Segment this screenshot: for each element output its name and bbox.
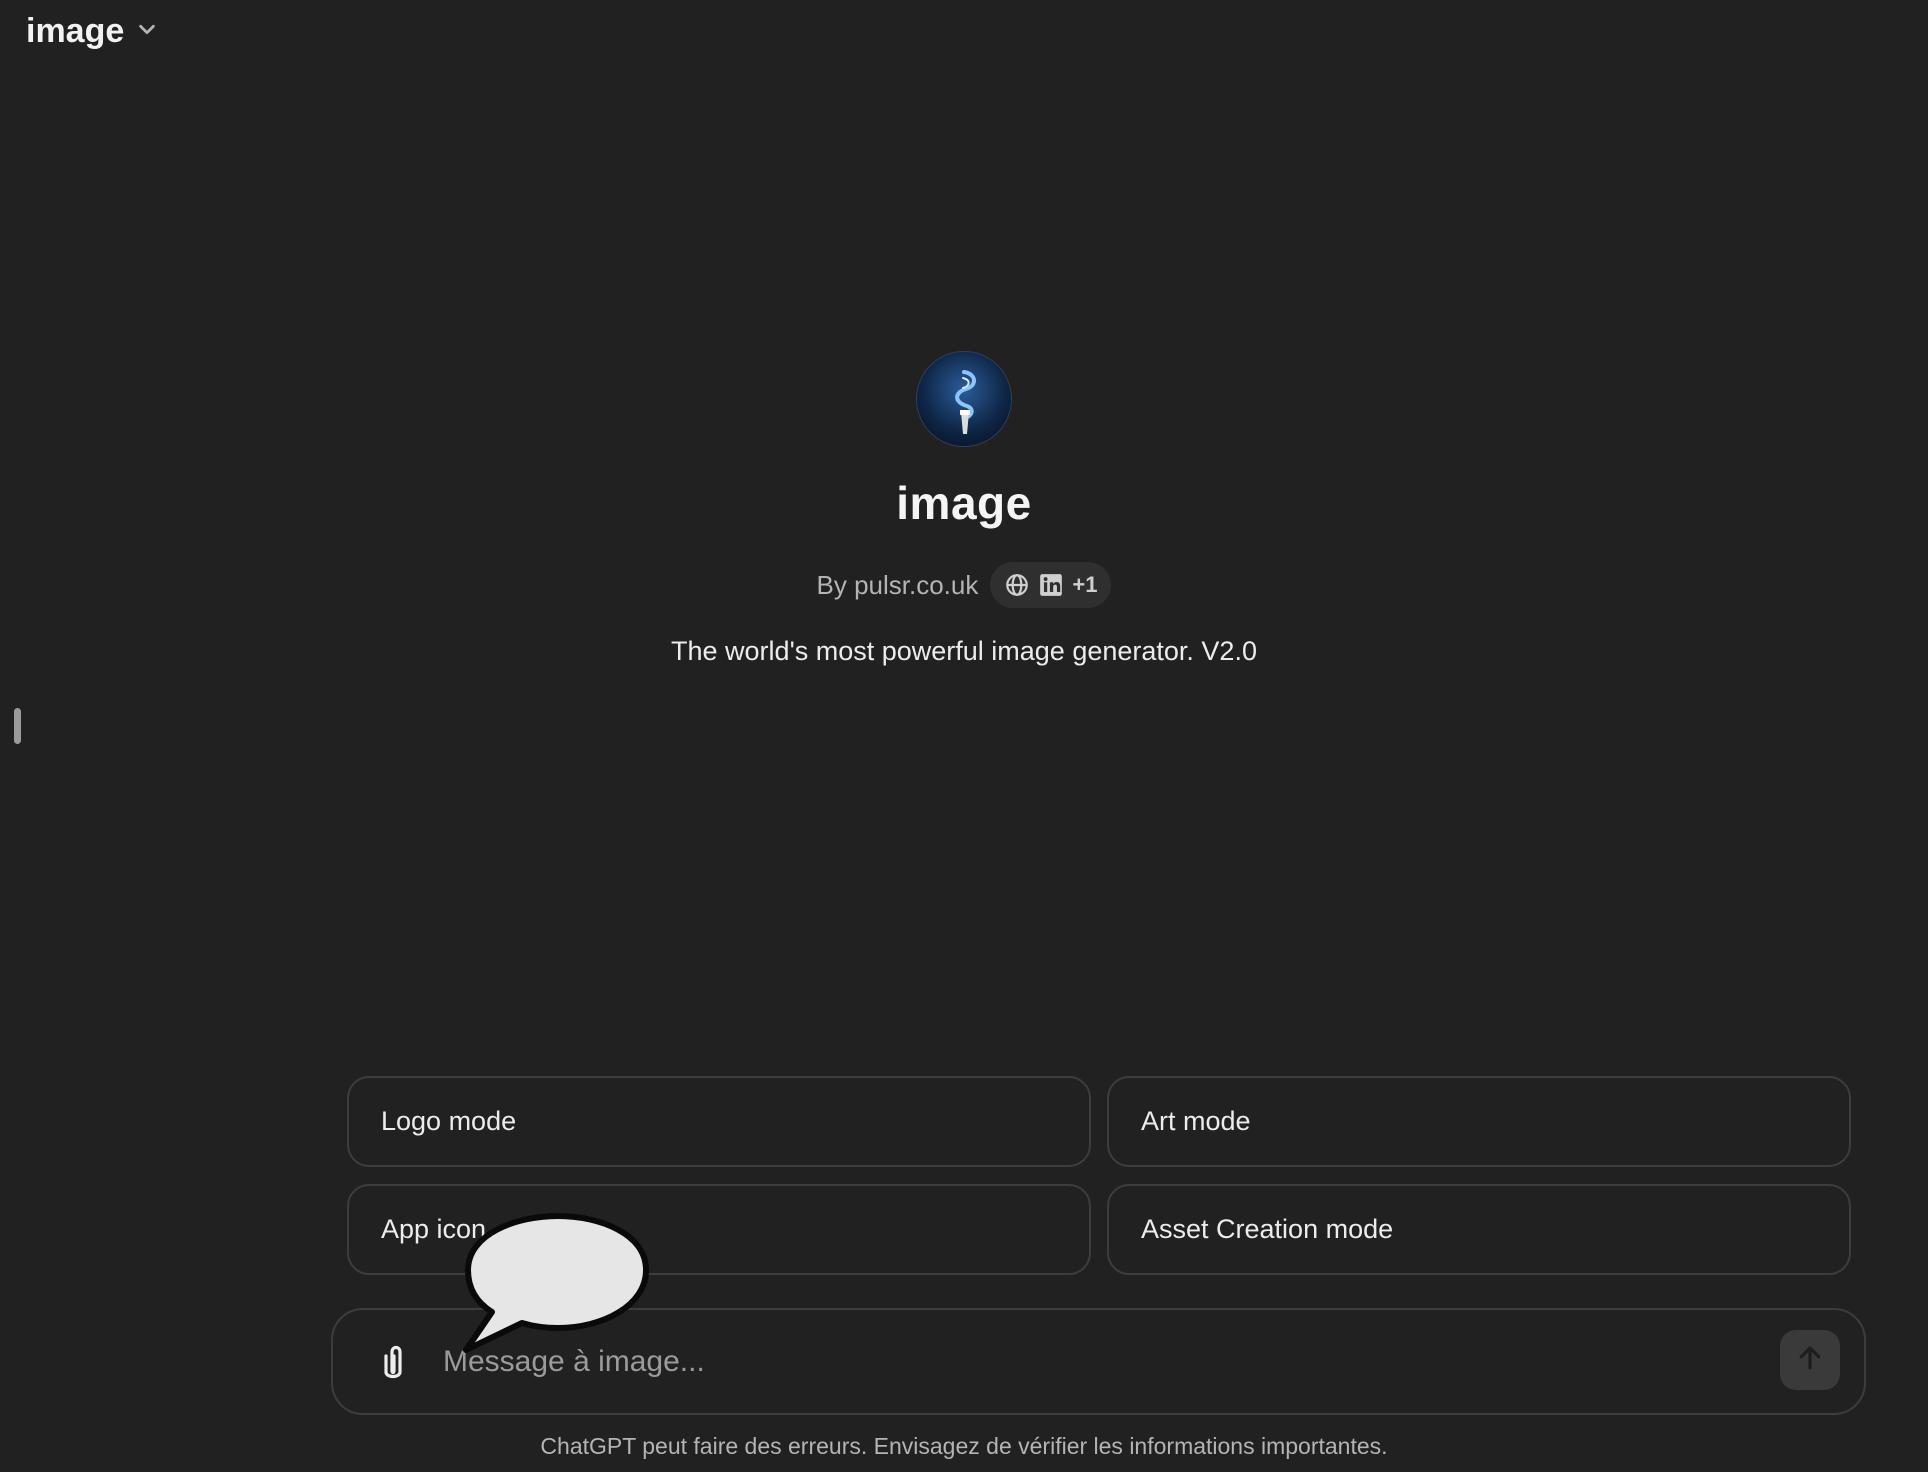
gpt-profile: image By pulsr.co.uk +1 The world's most…	[0, 352, 1928, 667]
linkedin-icon[interactable]	[1038, 572, 1064, 598]
starter-asset-creation-mode[interactable]: Asset Creation mode	[1107, 1184, 1851, 1275]
sidebar-toggle-handle[interactable]	[14, 708, 21, 744]
gpt-avatar	[917, 352, 1011, 446]
send-button[interactable]	[1780, 1330, 1840, 1390]
speech-bubble-icon	[462, 1208, 654, 1358]
more-links-count[interactable]: +1	[1072, 572, 1097, 598]
paperclip-icon[interactable]	[373, 1342, 413, 1386]
starter-art-mode[interactable]: Art mode	[1107, 1076, 1851, 1167]
author-link[interactable]: By pulsr.co.uk	[817, 570, 979, 601]
globe-icon[interactable]	[1004, 572, 1030, 598]
gpt-name: image	[896, 477, 1032, 529]
gpt-description: The world's most powerful image generato…	[671, 636, 1257, 666]
model-switcher[interactable]: image	[26, 8, 158, 54]
author-links[interactable]: +1	[990, 562, 1112, 608]
arrow-up-icon	[1795, 1343, 1825, 1378]
chevron-down-icon	[136, 18, 158, 45]
starter-app-icon[interactable]: App icon	[347, 1184, 1091, 1275]
gpt-byline: By pulsr.co.uk +1	[817, 562, 1112, 608]
chat-page: image image By pulsr.co.uk +1 The world'…	[0, 0, 1928, 1472]
model-title: image	[26, 11, 125, 50]
disclaimer-text: ChatGPT peut faire des erreurs. Envisage…	[540, 1433, 1388, 1459]
starter-logo-mode[interactable]: Logo mode	[347, 1076, 1091, 1167]
